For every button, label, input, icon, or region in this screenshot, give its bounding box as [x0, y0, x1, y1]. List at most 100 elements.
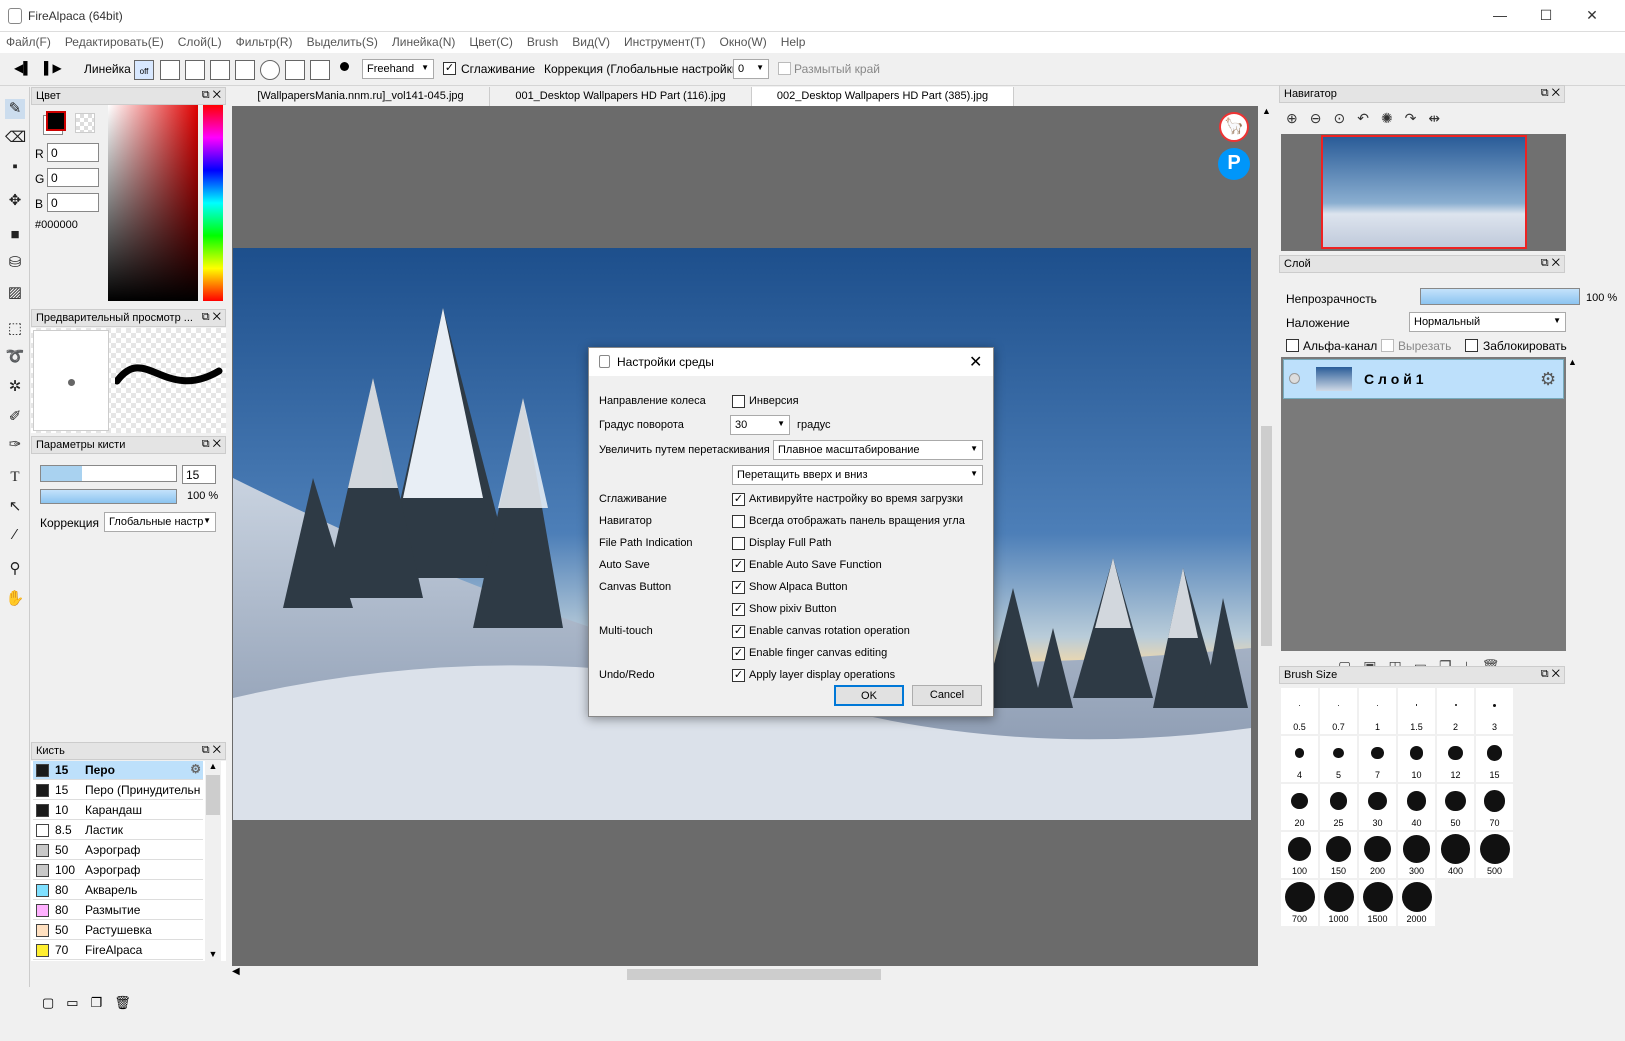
brush-size-cell[interactable]: 1 — [1359, 688, 1396, 734]
alpha-channel-checkbox[interactable] — [1286, 339, 1299, 352]
blur-edge-checkbox[interactable] — [778, 62, 791, 75]
brush-item[interactable]: 100 Аэрограф — [33, 861, 203, 880]
brush-size-cell[interactable]: 2 — [1437, 688, 1474, 734]
eraser-tool-icon[interactable]: ⌫ — [5, 128, 26, 148]
trash-icon[interactable]: 🗑 — [114, 995, 143, 1010]
brush-item[interactable]: 8.5 Ластик — [33, 821, 203, 840]
stroke-mode-select[interactable]: Freehand — [362, 59, 434, 79]
zoom-in-icon[interactable]: ⊕ — [1286, 110, 1310, 126]
dialog-checkbox[interactable]: ✓ — [732, 581, 745, 594]
ruler-lines-icon[interactable] — [210, 60, 230, 80]
magic-wand-icon[interactable]: ✲ — [5, 377, 25, 397]
transparent-swatch[interactable] — [75, 113, 95, 133]
brush-settings-gear-icon[interactable]: ⚙ — [190, 762, 201, 776]
dialog-checkbox[interactable]: ✓ — [732, 493, 745, 506]
g-input[interactable]: 0 — [47, 168, 99, 187]
dialog-select[interactable]: 30 — [730, 415, 790, 435]
brush-size-cell[interactable]: 3 — [1476, 688, 1513, 734]
panel-buttons[interactable]: ⧉ ✕ — [1541, 87, 1560, 100]
brush-size-cell[interactable]: 500 — [1476, 832, 1513, 878]
eyedropper-icon[interactable]: ⚲ — [5, 559, 25, 579]
r-input[interactable]: 0 — [47, 143, 99, 162]
menu-item-11[interactable]: Help — [775, 32, 814, 49]
brush-size-cell[interactable]: 2000 — [1398, 880, 1435, 926]
dialog-select[interactable]: Плавное масштабирование — [773, 440, 983, 460]
select-pen-icon[interactable]: ✐ — [5, 407, 25, 427]
maximize-button[interactable]: ☐ — [1523, 0, 1569, 30]
ruler-grid-icon[interactable] — [185, 60, 205, 80]
duplicate-icon[interactable]: ❐ — [91, 995, 115, 1010]
ruler-curve-icon[interactable] — [285, 60, 305, 80]
new-brush-icon[interactable]: ▢ — [42, 995, 66, 1010]
ruler-circle-icon[interactable] — [260, 60, 280, 80]
move-tool-icon[interactable]: ✥ — [5, 191, 25, 211]
dot-icon[interactable] — [340, 62, 349, 71]
hand-icon[interactable]: ✋ — [5, 589, 25, 609]
cancel-button[interactable]: Cancel — [912, 685, 982, 706]
brush-size-cell[interactable]: 5 — [1320, 736, 1357, 782]
menu-item-5[interactable]: Линейка(N) — [386, 32, 463, 49]
brush-size-cell[interactable]: 7 — [1359, 736, 1396, 782]
menu-item-10[interactable]: Окно(W) — [714, 32, 775, 49]
operation-icon[interactable]: ↖ — [5, 497, 25, 517]
brush-size-cell[interactable]: 70 — [1476, 784, 1513, 830]
text-tool-icon[interactable]: T — [5, 467, 25, 487]
layer-scrollbar[interactable]: ▲ — [1568, 357, 1582, 651]
tab-document-3[interactable]: 002_Desktop Wallpapers HD Part (385).jpg — [752, 87, 1014, 106]
brush-size-cell[interactable]: 0.5 — [1281, 688, 1318, 734]
panel-buttons[interactable]: ⧉ ✕ — [1541, 257, 1560, 270]
brush-size-cell[interactable]: 1.5 — [1398, 688, 1435, 734]
navigator-view[interactable] — [1281, 134, 1566, 251]
gradient-icon[interactable]: ▨ — [5, 283, 25, 303]
brush-size-cell[interactable]: 200 — [1359, 832, 1396, 878]
rotate-left-icon[interactable]: ↶ — [1357, 110, 1381, 126]
tab-document-2[interactable]: 001_Desktop Wallpapers HD Part (116).jpg — [490, 87, 752, 106]
hue-slider[interactable] — [203, 105, 223, 301]
correction-select[interactable]: 0 — [733, 59, 769, 79]
minimize-button[interactable]: — — [1477, 0, 1523, 30]
divide-icon[interactable]: ⁄ — [5, 525, 25, 545]
brush-size-cell[interactable]: 0.7 — [1320, 688, 1357, 734]
brush-size-cell[interactable]: 1000 — [1320, 880, 1357, 926]
layer-row[interactable]: С л о й 1 ⚙ — [1283, 359, 1564, 399]
dialog-close-icon[interactable]: ✕ — [969, 352, 982, 372]
brush-size-cell[interactable]: 12 — [1437, 736, 1474, 782]
dot-tool-icon[interactable]: ▪ — [5, 157, 25, 177]
zoom-reset-icon[interactable]: ⊙ — [1333, 110, 1357, 126]
panel-buttons[interactable]: ⧉ ✕ — [1541, 668, 1560, 681]
alpaca-button-icon[interactable]: 🦙 — [1219, 112, 1249, 142]
next-icon[interactable]: ▌▶ — [44, 61, 62, 75]
panel-buttons[interactable]: ⧉ ✕ — [202, 311, 221, 324]
blend-mode-select[interactable]: Нормальный — [1409, 312, 1566, 332]
menu-item-2[interactable]: Слой(L) — [172, 32, 230, 49]
select-eraser-icon[interactable]: ✑ — [5, 435, 25, 455]
brush-list-scrollbar[interactable]: ▲ ▼ — [205, 761, 221, 961]
layer-visibility-icon[interactable] — [1289, 373, 1300, 384]
smoothing-checkbox[interactable]: ✓ — [443, 62, 456, 75]
brush-size-cell[interactable]: 300 — [1398, 832, 1435, 878]
ruler-radial-icon[interactable] — [235, 60, 255, 80]
brush-size-cell[interactable]: 40 — [1398, 784, 1435, 830]
zoom-out-icon[interactable]: ⊖ — [1310, 110, 1334, 126]
panel-buttons[interactable]: ⧉ ✕ — [202, 438, 221, 451]
menu-item-0[interactable]: Файл(F) — [0, 32, 59, 49]
close-button[interactable]: ✕ — [1569, 0, 1615, 30]
brush-opacity-slider[interactable] — [40, 489, 177, 504]
canvas-v-scrollbar[interactable]: ▲ — [1258, 106, 1275, 966]
ok-button[interactable]: OK — [834, 685, 904, 706]
dialog-checkbox[interactable]: ✓ — [732, 647, 745, 660]
foreground-color-swatch[interactable] — [46, 111, 66, 131]
brush-item[interactable]: 80 Акварель — [33, 881, 203, 900]
rotate-right-icon[interactable]: ↷ — [1405, 110, 1429, 126]
brush-size-cell[interactable]: 30 — [1359, 784, 1396, 830]
ruler-perspective-icon[interactable] — [310, 60, 330, 80]
brush-item[interactable]: 50 Аэрограф — [33, 841, 203, 860]
dialog-checkbox[interactable]: ✓ — [732, 559, 745, 572]
folder-icon[interactable]: ▭ — [66, 995, 90, 1010]
lock-checkbox[interactable] — [1465, 339, 1478, 352]
pen-tool-icon[interactable]: ✎ — [5, 99, 25, 119]
dialog-checkbox[interactable] — [732, 537, 745, 550]
fill-rect-icon[interactable]: ■ — [5, 225, 25, 245]
brush-item[interactable]: 50 Растушевка — [33, 921, 203, 940]
dialog-checkbox[interactable]: ✓ — [732, 625, 745, 638]
